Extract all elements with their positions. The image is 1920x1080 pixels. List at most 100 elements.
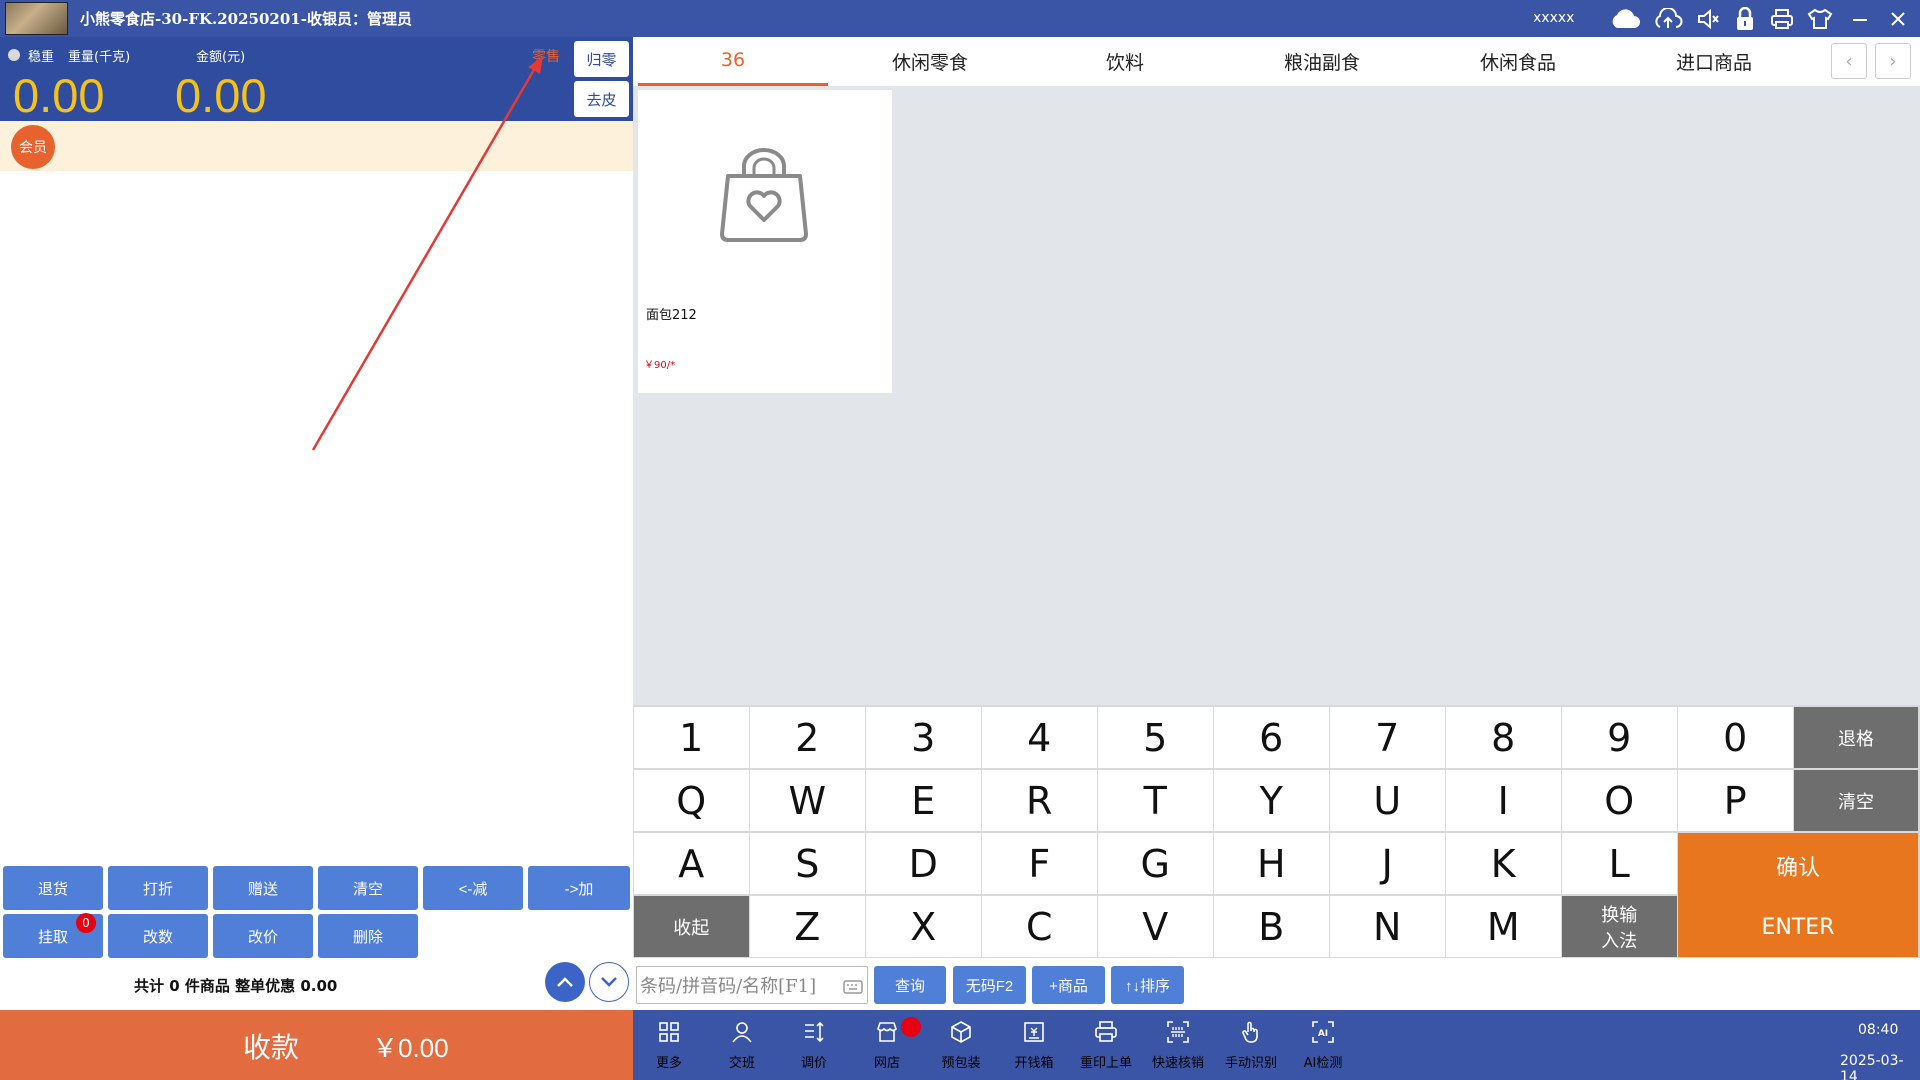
no-code-button[interactable]: 无码F2 <box>953 966 1026 1004</box>
confirm-enter-key[interactable]: 确认 ENTER <box>1678 833 1918 957</box>
tab-drinks[interactable]: 饮料 <box>1030 37 1220 86</box>
enter-label: ENTER <box>1761 915 1835 941</box>
tab-36[interactable]: 36 <box>638 37 828 86</box>
printer-icon[interactable] <box>1768 5 1796 32</box>
toolbar-item-label: 重印上单 <box>1079 1055 1132 1071</box>
key-u[interactable]: U <box>1330 770 1445 831</box>
ime-switch-line2: 入法 <box>1601 930 1638 952</box>
notification-dot <box>901 1017 921 1037</box>
cloud-icon[interactable] <box>1608 5 1642 32</box>
shirt-icon[interactable] <box>1806 5 1834 32</box>
discount-button[interactable]: 打折 <box>108 866 208 910</box>
svg-text:AI: AI <box>1318 1029 1328 1039</box>
cloud-upload-icon[interactable] <box>1652 5 1684 32</box>
key-l[interactable]: L <box>1562 833 1677 894</box>
key-o[interactable]: O <box>1562 770 1677 831</box>
toolbar-item-package[interactable]: 预包装 <box>925 1010 997 1080</box>
key-j[interactable]: J <box>1330 833 1445 894</box>
key-0[interactable]: 0 <box>1678 707 1793 768</box>
chevron-right-icon[interactable]: › <box>1875 43 1911 79</box>
key-w[interactable]: W <box>750 770 865 831</box>
key-e[interactable]: E <box>866 770 981 831</box>
key-8[interactable]: 8 <box>1446 707 1561 768</box>
toolbar-item-cash-drawer[interactable]: 开钱箱 <box>998 1010 1070 1080</box>
key-k[interactable]: K <box>1446 833 1561 894</box>
increase-button[interactable]: ->加 <box>528 866 630 910</box>
toolbar-item-user[interactable]: 交班 <box>706 1010 778 1080</box>
tab-imported[interactable]: 进口商品 <box>1619 37 1809 86</box>
collapse-key[interactable]: 收起 <box>634 896 749 957</box>
key-m[interactable]: M <box>1446 896 1561 957</box>
lock-icon[interactable] <box>1732 5 1758 32</box>
tab-leisure-food[interactable]: 休闲食品 <box>1423 37 1613 86</box>
key-1[interactable]: 1 <box>634 707 749 768</box>
backspace-key[interactable]: 退格 <box>1794 707 1918 768</box>
toolbar-item-hand[interactable]: 手动识别 <box>1215 1010 1287 1080</box>
minimize-icon[interactable] <box>1848 5 1872 32</box>
key-h[interactable]: H <box>1214 833 1329 894</box>
delete-button[interactable]: 删除 <box>318 914 418 958</box>
key-6[interactable]: 6 <box>1214 707 1329 768</box>
clear-key[interactable]: 清空 <box>1794 770 1918 831</box>
scroll-down-button[interactable] <box>589 962 629 1002</box>
ime-switch-line1: 换输 <box>1601 904 1638 926</box>
return-button[interactable]: 退货 <box>3 866 103 910</box>
query-button[interactable]: 查询 <box>874 966 946 1004</box>
package-icon <box>949 1020 973 1048</box>
key-p[interactable]: P <box>1678 770 1793 831</box>
key-3[interactable]: 3 <box>866 707 981 768</box>
key-q[interactable]: Q <box>634 770 749 831</box>
add-product-button[interactable]: +商品 <box>1032 966 1105 1004</box>
product-name: 面包212 <box>646 308 697 323</box>
key-y[interactable]: Y <box>1214 770 1329 831</box>
speaker-icon[interactable] <box>1695 5 1721 32</box>
key-c[interactable]: C <box>982 896 1097 957</box>
key-b[interactable]: B <box>1214 896 1329 957</box>
key-n[interactable]: N <box>1330 896 1445 957</box>
key-a[interactable]: A <box>634 833 749 894</box>
toolbar-item-ai[interactable]: AI AI检测 <box>1287 1010 1359 1080</box>
key-4[interactable]: 4 <box>982 707 1097 768</box>
toolbar-item-adjust-price[interactable]: 调价 <box>778 1010 850 1080</box>
sort-button[interactable]: ↑↓排序 <box>1111 966 1184 1004</box>
toolbar-item-scan[interactable]: 快速核销 <box>1142 1010 1214 1080</box>
key-5[interactable]: 5 <box>1098 707 1213 768</box>
change-qty-button[interactable]: 改数 <box>108 914 208 958</box>
clock-time: 08:40 <box>1858 1022 1899 1038</box>
clock-date: 2025-03-14 <box>1840 1053 1904 1080</box>
toolbar-item-grid[interactable]: 更多 <box>633 1010 705 1080</box>
key-s[interactable]: S <box>750 833 865 894</box>
keyboard-icon[interactable] <box>843 978 863 994</box>
toolbar-item-printer[interactable]: 重印上单 <box>1070 1010 1142 1080</box>
key-r[interactable]: R <box>982 770 1097 831</box>
decrease-button[interactable]: <-减 <box>423 866 523 910</box>
pos-app: 小熊零食店-30-FK.20250201-收银员：管理员 xxxxx 稳重 重量… <box>0 0 1920 1080</box>
scroll-up-button[interactable] <box>545 962 585 1002</box>
clear-cart-button[interactable]: 清空 <box>318 866 418 910</box>
toolbar-item-label: 手动识别 <box>1224 1055 1277 1071</box>
tab-grain-oil[interactable]: 粮油副食 <box>1227 37 1417 86</box>
key-2[interactable]: 2 <box>750 707 865 768</box>
toolbar-item-label: 快速核销 <box>1151 1055 1204 1071</box>
key-t[interactable]: T <box>1098 770 1213 831</box>
key-f[interactable]: F <box>982 833 1097 894</box>
key-v[interactable]: V <box>1098 896 1213 957</box>
search-input[interactable]: 条码/拼音码/名称[F1] <box>636 966 868 1004</box>
product-card[interactable]: 面包212 ￥90/* <box>638 90 892 393</box>
ime-switch-key[interactable]: 换输 入法 <box>1562 896 1677 957</box>
change-price-button[interactable]: 改价 <box>213 914 313 958</box>
toolbar-item-label: 更多 <box>655 1055 682 1071</box>
key-x[interactable]: X <box>866 896 981 957</box>
key-9[interactable]: 9 <box>1562 707 1677 768</box>
key-7[interactable]: 7 <box>1330 707 1445 768</box>
key-i[interactable]: I <box>1446 770 1561 831</box>
checkout-button[interactable]: 收款 ￥0.00 <box>0 1010 633 1080</box>
chevron-left-icon[interactable]: ‹ <box>1831 43 1867 79</box>
key-g[interactable]: G <box>1098 833 1213 894</box>
cart-summary: 共计 0 件商品 整单优惠 0.00 <box>134 977 338 995</box>
close-icon[interactable] <box>1886 5 1910 32</box>
gift-button[interactable]: 赠送 <box>213 866 313 910</box>
key-z[interactable]: Z <box>750 896 865 957</box>
tab-snacks[interactable]: 休闲零食 <box>835 37 1025 86</box>
key-d[interactable]: D <box>866 833 981 894</box>
